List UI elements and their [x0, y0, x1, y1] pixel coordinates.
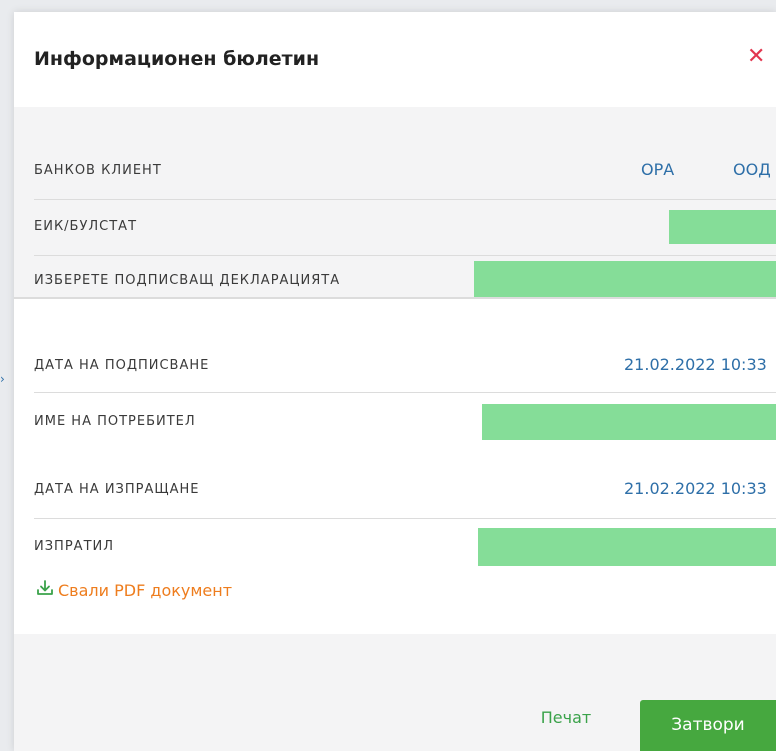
username-label: ИМЕ НА ПОТРЕБИТЕЛ [34, 414, 196, 429]
username-value-redacted [482, 404, 776, 440]
signer-select-redacted[interactable] [474, 261, 776, 297]
background-edge-mark: › [0, 372, 5, 386]
modal-header: Информационен бюлетин ✕ [14, 12, 776, 107]
signer-label: ИЗБЕРЕТЕ ПОДПИСВАЩ ДЕКЛАРАЦИЯТА [34, 273, 341, 288]
modal-title: Информационен бюлетин [34, 48, 320, 70]
bank-client-value-suffix: ООД [733, 160, 771, 179]
send-date-value: 21.02.2022 10:33 [624, 479, 767, 498]
client-info-section: БАНКОВ КЛИЕНТ ОРА ООД ЕИК/БУЛСТАТ ИЗБЕРЕ… [14, 107, 776, 297]
download-icon [36, 579, 58, 601]
send-date-label: ДАТА НА ИЗПРАЩАНЕ [34, 482, 200, 497]
divider [34, 199, 776, 200]
sign-date-value: 21.02.2022 10:33 [624, 355, 767, 374]
sign-date-label: ДАТА НА ПОДПИСВАНЕ [34, 358, 210, 373]
divider [34, 392, 776, 393]
divider [34, 255, 776, 256]
eik-value-redacted [669, 210, 776, 244]
divider [34, 518, 776, 519]
close-icon[interactable]: ✕ [747, 45, 767, 69]
sender-label: ИЗПРАТИЛ [34, 539, 115, 554]
bank-client-value: ОРА [641, 160, 675, 179]
download-pdf-link[interactable]: Свали PDF документ [36, 579, 232, 601]
info-bulletin-modal: Информационен бюлетин ✕ БАНКОВ КЛИЕНТ ОР… [14, 12, 776, 751]
modal-footer: Печат Затвори [14, 634, 776, 751]
bank-client-label: БАНКОВ КЛИЕНТ [34, 163, 162, 178]
download-pdf-label: Свали PDF документ [58, 580, 233, 600]
print-button[interactable]: Печат [531, 700, 601, 736]
sender-value-redacted [478, 528, 776, 566]
close-button[interactable]: Затвори [640, 700, 776, 751]
eik-label: ЕИК/БУЛСТАТ [34, 219, 138, 234]
